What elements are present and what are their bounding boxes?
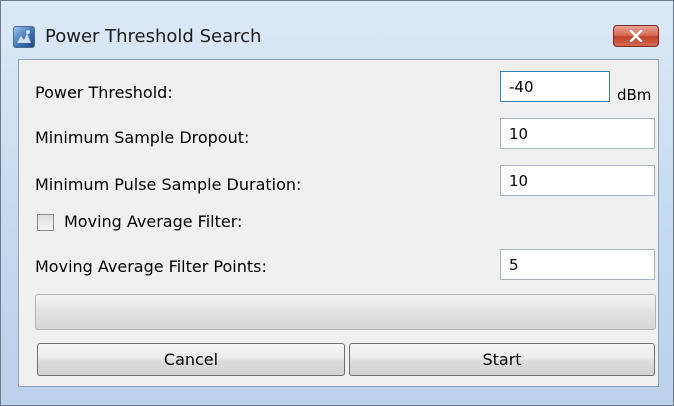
filter-points-input[interactable]	[500, 249, 655, 280]
power-threshold-unit: dBm	[617, 86, 652, 104]
min-sample-dropout-label: Minimum Sample Dropout:	[35, 128, 250, 147]
power-threshold-label: Power Threshold:	[35, 83, 173, 102]
power-threshold-input[interactable]	[500, 71, 610, 102]
close-icon	[629, 30, 643, 42]
filter-points-label: Moving Average Filter Points:	[35, 257, 267, 276]
app-icon	[13, 26, 35, 48]
min-pulse-duration-input[interactable]	[500, 165, 655, 196]
window-title: Power Threshold Search	[45, 26, 262, 47]
start-button[interactable]: Start	[349, 343, 655, 376]
progress-bar	[35, 294, 656, 330]
cancel-button[interactable]: Cancel	[37, 343, 345, 376]
moving-average-filter-checkbox[interactable]	[37, 214, 54, 231]
min-pulse-duration-label: Minimum Pulse Sample Duration:	[35, 175, 302, 194]
title-bar[interactable]: Power Threshold Search	[1, 1, 673, 59]
dialog-window: Power Threshold Search Power Threshold: …	[0, 0, 674, 406]
close-button[interactable]	[613, 25, 659, 47]
min-sample-dropout-input[interactable]	[500, 118, 655, 149]
dialog-body: Power Threshold: dBm Minimum Sample Drop…	[18, 59, 659, 387]
moving-average-filter-label[interactable]: Moving Average Filter:	[64, 212, 242, 232]
